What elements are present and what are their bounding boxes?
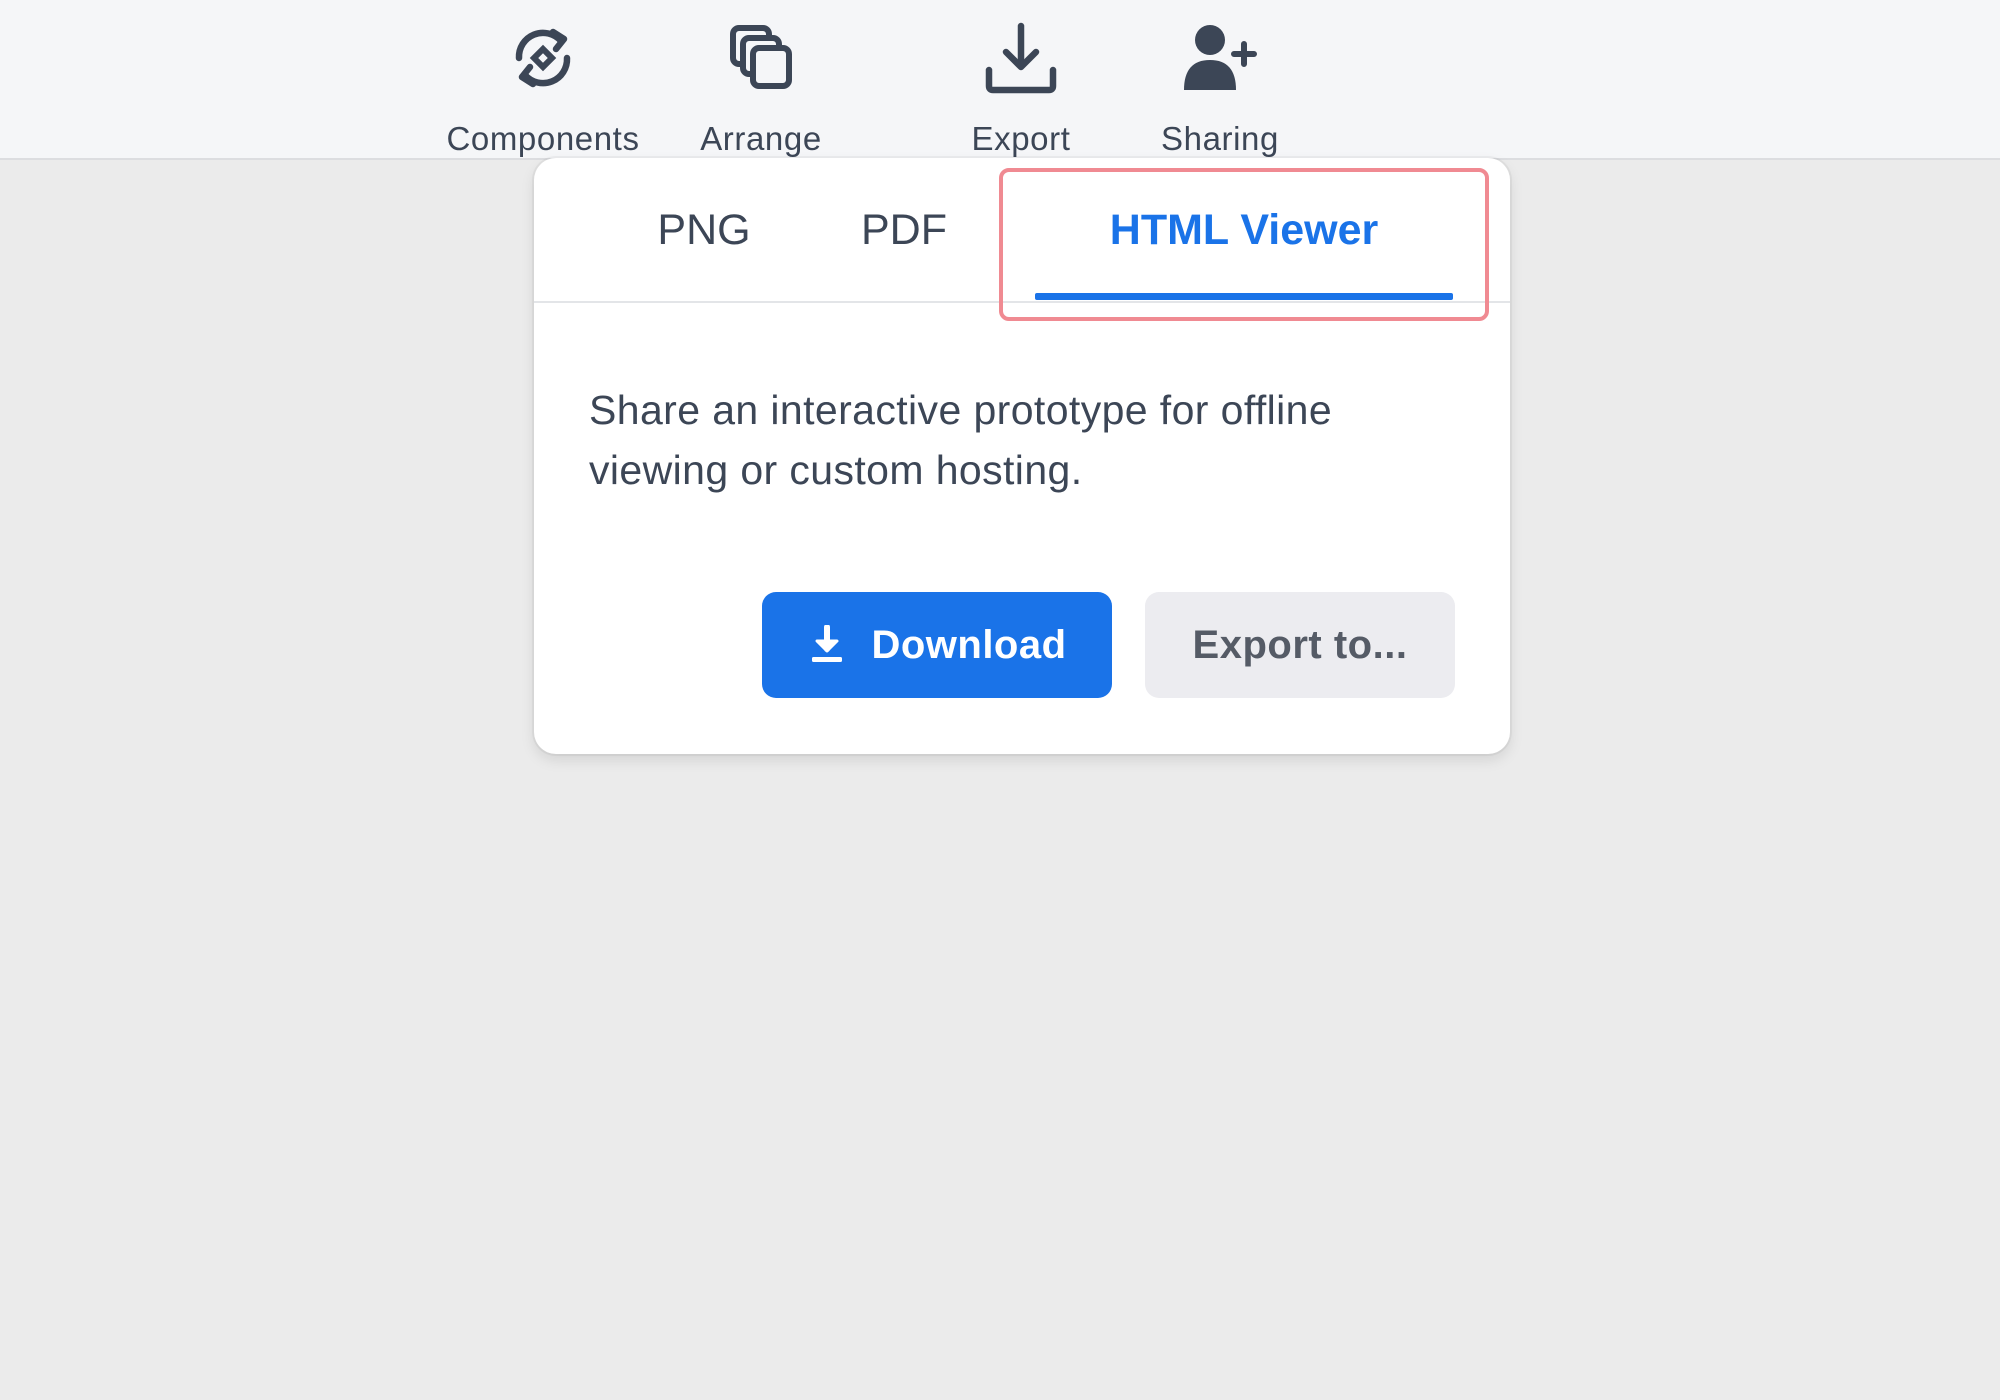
toolbar-components-button[interactable]: Components [433,18,653,157]
download-icon [981,18,1061,98]
download-icon [807,623,847,667]
export-popover: PNG PDF HTML Viewer Share an interactive… [534,158,1510,754]
toolbar-export-label: Export [971,120,1071,157]
components-icon [503,18,583,98]
tab-pdf[interactable]: PDF [834,158,974,303]
export-format-tabs: PNG PDF HTML Viewer [534,158,1510,321]
toolbar-sharing-button[interactable]: Sharing [1140,18,1300,157]
export-to-button-label: Export to... [1192,622,1408,667]
toolbar-arrange-button[interactable]: Arrange [681,18,841,157]
top-toolbar: Components Arrange Export Sharing [0,0,2000,160]
toolbar-arrange-label: Arrange [700,120,822,157]
toolbar-components-label: Components [446,120,640,157]
tab-html-viewer[interactable]: HTML Viewer [1035,158,1453,303]
tab-png[interactable]: PNG [624,158,784,303]
add-user-icon [1180,18,1260,98]
download-button[interactable]: Download [762,592,1112,698]
toolbar-sharing-label: Sharing [1161,120,1279,157]
export-description: Share an interactive prototype for offli… [589,387,1333,493]
arrange-icon [721,18,801,98]
export-to-button[interactable]: Export to... [1145,592,1455,698]
active-tab-indicator [1035,293,1453,300]
download-button-label: Download [871,622,1067,667]
toolbar-export-button[interactable]: Export [941,18,1101,157]
